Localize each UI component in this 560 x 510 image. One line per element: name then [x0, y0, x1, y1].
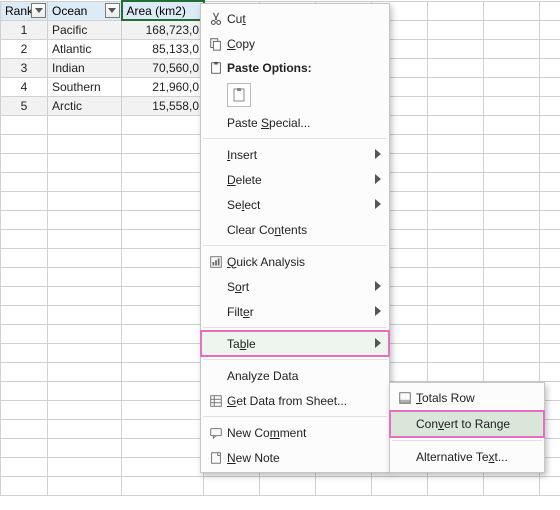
cell-rank[interactable]: 5 — [1, 96, 48, 115]
cell-rank[interactable]: 1 — [1, 20, 48, 39]
cell-ocean[interactable]: Arctic — [48, 96, 122, 115]
totals-row-icon — [394, 391, 416, 405]
chevron-right-icon — [375, 148, 381, 162]
cell-area[interactable]: 85,133,0 — [122, 39, 204, 58]
menu-label: Sort — [227, 280, 249, 294]
cell-rank[interactable]: 3 — [1, 58, 48, 77]
menu-delete[interactable]: Delete — [201, 167, 389, 192]
menu-separator — [203, 359, 387, 360]
paste-options-row — [201, 80, 389, 110]
menu-insert[interactable]: Insert — [201, 142, 389, 167]
submenu-totals-row[interactable]: Totals Row — [390, 385, 544, 411]
menu-label: Delete — [227, 173, 262, 187]
cell-rank[interactable]: 2 — [1, 39, 48, 58]
menu-select[interactable]: Select — [201, 192, 389, 217]
chevron-right-icon — [375, 198, 381, 212]
cell-area[interactable]: 168,723,0 — [122, 20, 204, 39]
menu-label: Filter — [227, 305, 254, 319]
cut-icon — [205, 12, 227, 26]
col-header-label: Rank — [5, 4, 33, 18]
paste-icon — [205, 61, 227, 75]
chevron-right-icon — [375, 337, 381, 351]
menu-new-note[interactable]: New Note — [201, 445, 389, 470]
menu-label: Quick Analysis — [227, 255, 305, 269]
chevron-right-icon — [375, 305, 381, 319]
cell-area[interactable]: 70,560,0 — [122, 58, 204, 77]
menu-label: Paste Options: — [227, 61, 312, 75]
menu-separator — [203, 245, 387, 246]
menu-label: Insert — [227, 148, 257, 162]
col-header-label: Ocean — [52, 4, 87, 18]
col-header-area[interactable]: Area (km2) — [122, 1, 204, 20]
col-header-label: Area (km2) — [127, 4, 186, 18]
note-icon — [205, 451, 227, 465]
menu-separator — [203, 327, 387, 328]
menu-copy[interactable]: Copy — [201, 31, 389, 56]
menu-label: Convert to Range — [416, 417, 510, 431]
menu-label: Analyze Data — [227, 369, 298, 383]
col-header-ocean[interactable]: Ocean — [48, 1, 122, 20]
menu-quick-analysis[interactable]: Quick Analysis — [201, 249, 389, 274]
menu-clear-contents[interactable]: Clear Contents — [201, 217, 389, 242]
quick-analysis-icon — [205, 255, 227, 269]
paste-default-icon[interactable] — [227, 83, 251, 107]
submenu-alternative-text[interactable]: Alternative Text... — [390, 444, 544, 470]
menu-paste-special[interactable]: Paste Special... — [201, 110, 389, 135]
chevron-right-icon — [375, 280, 381, 294]
menu-separator — [392, 440, 542, 441]
menu-filter[interactable]: Filter — [201, 299, 389, 324]
cell-ocean[interactable]: Southern — [48, 77, 122, 96]
col-header-rank[interactable]: Rank — [1, 1, 48, 20]
copy-icon — [205, 37, 227, 51]
menu-label: Clear Contents — [227, 223, 307, 237]
menu-label: Select — [227, 198, 260, 212]
menu-sort[interactable]: Sort — [201, 274, 389, 299]
cell-ocean[interactable]: Pacific — [48, 20, 122, 39]
cell-rank[interactable]: 4 — [1, 77, 48, 96]
menu-separator — [203, 416, 387, 417]
menu-label: Alternative Text... — [416, 450, 508, 464]
menu-analyze-data[interactable]: Analyze Data — [201, 363, 389, 388]
context-menu: Cut Copy Paste Options: Paste Special...… — [200, 3, 390, 473]
cell-ocean[interactable]: Atlantic — [48, 39, 122, 58]
get-data-icon — [205, 394, 227, 408]
menu-separator — [203, 138, 387, 139]
chevron-right-icon — [375, 173, 381, 187]
menu-paste-options: Paste Options: — [201, 56, 389, 80]
menu-new-comment[interactable]: New Comment — [201, 420, 389, 445]
menu-cut[interactable]: Cut — [201, 6, 389, 31]
cell-area[interactable]: 21,960,0 — [122, 77, 204, 96]
menu-label: New Note — [227, 451, 280, 465]
menu-label: Table — [227, 337, 256, 351]
comment-icon — [205, 426, 227, 440]
menu-get-data[interactable]: Get Data from Sheet... — [201, 388, 389, 413]
menu-label: Paste Special... — [227, 116, 310, 130]
menu-table[interactable]: Table — [201, 331, 389, 356]
menu-label: Totals Row — [416, 391, 475, 405]
submenu-convert-to-range[interactable]: Convert to Range — [390, 411, 544, 437]
filter-dropdown-icon[interactable] — [105, 3, 120, 18]
cell-area[interactable]: 15,558,0 — [122, 96, 204, 115]
menu-label: Get Data from Sheet... — [227, 394, 347, 408]
filter-dropdown-icon[interactable] — [31, 3, 46, 18]
menu-label: Copy — [227, 37, 255, 51]
menu-label: New Comment — [227, 426, 306, 440]
table-submenu: Totals Row Convert to Range Alternative … — [389, 382, 545, 473]
menu-label: Cut — [227, 12, 246, 26]
cell-ocean[interactable]: Indian — [48, 58, 122, 77]
